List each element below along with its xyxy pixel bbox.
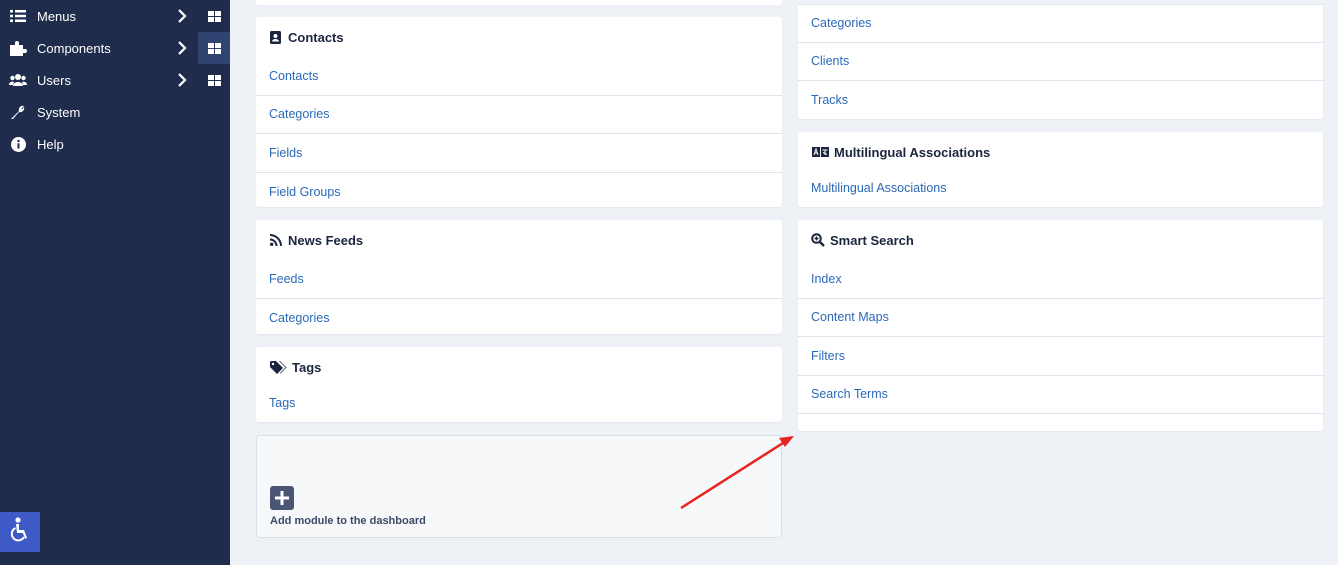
address-book-icon: [269, 30, 283, 44]
dashboard-icon[interactable]: [198, 0, 230, 32]
chevron-right-icon[interactable]: [174, 8, 190, 24]
add-module-tile[interactable]: Add module to the dashboard: [256, 435, 782, 538]
multilingual-card: Multilingual Associations Multilingual A…: [798, 132, 1323, 207]
card-link[interactable]: Search Terms: [798, 376, 1323, 414]
sidebar-item-label: Menus: [37, 8, 77, 24]
card-header: Tags: [256, 347, 782, 387]
card-link[interactable]: Filters: [798, 337, 1323, 376]
plus-icon: [270, 486, 294, 510]
sidebar-item-system[interactable]: System: [0, 96, 230, 128]
sidebar-item-components[interactable]: Components: [0, 32, 230, 64]
banners-card: Categories Clients Tracks: [798, 4, 1323, 119]
sidebar-item-label: Help: [37, 136, 64, 152]
card-title: Multilingual Associations: [834, 144, 991, 160]
info-icon: [9, 135, 27, 153]
card-link[interactable]: Clients: [798, 43, 1323, 81]
search-plus-icon: [811, 233, 825, 247]
card-link[interactable]: Content Maps: [798, 299, 1323, 337]
sidebar: Menus Components Users System Help: [0, 0, 230, 565]
card-link[interactable]: Index: [798, 260, 1323, 299]
card-link[interactable]: Field Groups: [256, 173, 782, 212]
news-feeds-card: News Feeds Feeds Categories: [256, 220, 782, 334]
card-title: Smart Search: [830, 232, 914, 248]
sidebar-item-label: Users: [37, 72, 71, 88]
card-link[interactable]: Contacts: [256, 57, 782, 96]
wrench-icon: [9, 103, 27, 121]
card-title: News Feeds: [288, 232, 364, 248]
dashboard-icon[interactable]: [198, 64, 230, 96]
card-header: Contacts: [256, 17, 782, 57]
sidebar-item-menus[interactable]: Menus: [0, 0, 230, 32]
users-icon: [9, 71, 27, 89]
card-link[interactable]: Categories: [256, 96, 782, 134]
contacts-card: Contacts Contacts Categories Fields Fiel…: [256, 17, 782, 207]
list-icon: [9, 7, 27, 25]
card-link[interactable]: Tags: [256, 387, 782, 419]
card-link[interactable]: Fields: [256, 134, 782, 173]
rss-icon: [269, 233, 283, 247]
puzzle-icon: [9, 39, 27, 57]
sidebar-item-label: Components: [37, 40, 111, 56]
chevron-right-icon[interactable]: [174, 40, 190, 56]
language-icon: [811, 145, 829, 159]
smart-search-card: Smart Search Index Content Maps Filters …: [798, 220, 1323, 431]
card-link[interactable]: Tracks: [798, 81, 1323, 120]
add-module-label: Add module to the dashboard: [270, 515, 426, 527]
card-title: Tags: [292, 359, 322, 375]
chevron-right-icon[interactable]: [174, 72, 190, 88]
sidebar-item-help[interactable]: Help: [0, 128, 230, 160]
card-link[interactable]: Multilingual Associations: [798, 172, 1323, 204]
tags-card: Tags Tags: [256, 347, 782, 422]
card-header: News Feeds: [256, 220, 782, 260]
card-link[interactable]: Categories: [256, 299, 782, 338]
card-link[interactable]: Categories: [798, 4, 1323, 43]
card-header: Multilingual Associations: [798, 132, 1323, 172]
card-header: Smart Search: [798, 220, 1323, 260]
accessibility-button[interactable]: [0, 512, 40, 552]
tags-icon: [269, 360, 287, 374]
dashboard-icon[interactable]: [198, 32, 230, 64]
sidebar-item-label: System: [37, 104, 81, 120]
card-partial-top: [256, 0, 782, 5]
card-title: Contacts: [288, 29, 344, 45]
card-link[interactable]: Feeds: [256, 260, 782, 299]
accessibility-icon: [9, 516, 31, 548]
sidebar-item-users[interactable]: Users: [0, 64, 230, 96]
